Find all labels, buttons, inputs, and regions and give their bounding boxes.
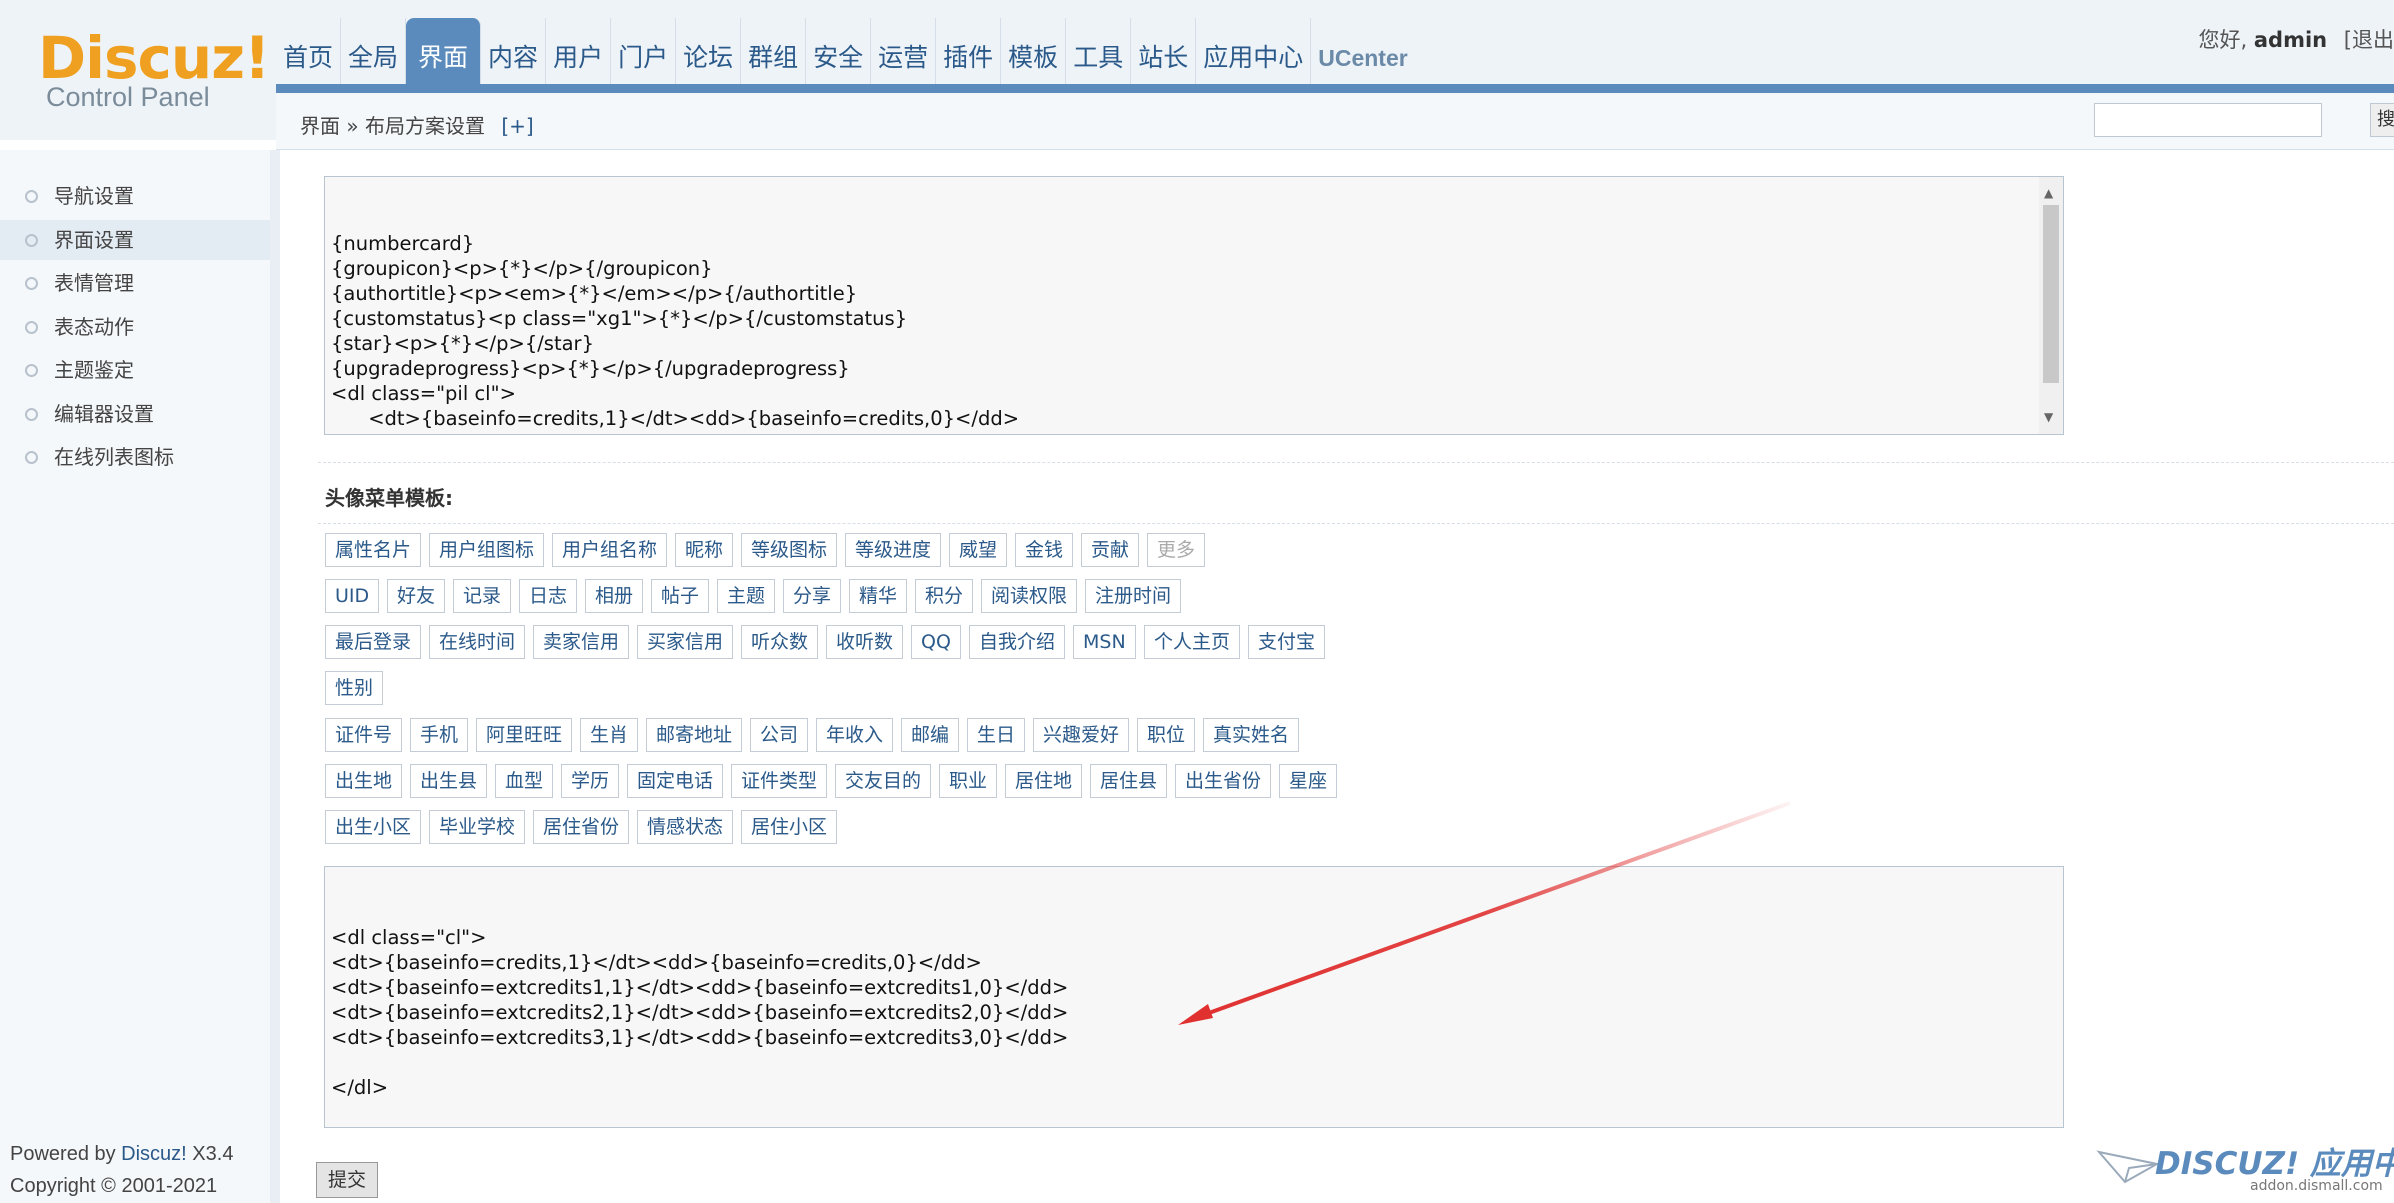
watermark-brand: DISCUZ! 应用中心 xyxy=(2155,1146,2394,1182)
watermark-url: addon.dismall.com xyxy=(2250,1178,2383,1194)
red-arrow-annotation xyxy=(1178,801,1791,1025)
